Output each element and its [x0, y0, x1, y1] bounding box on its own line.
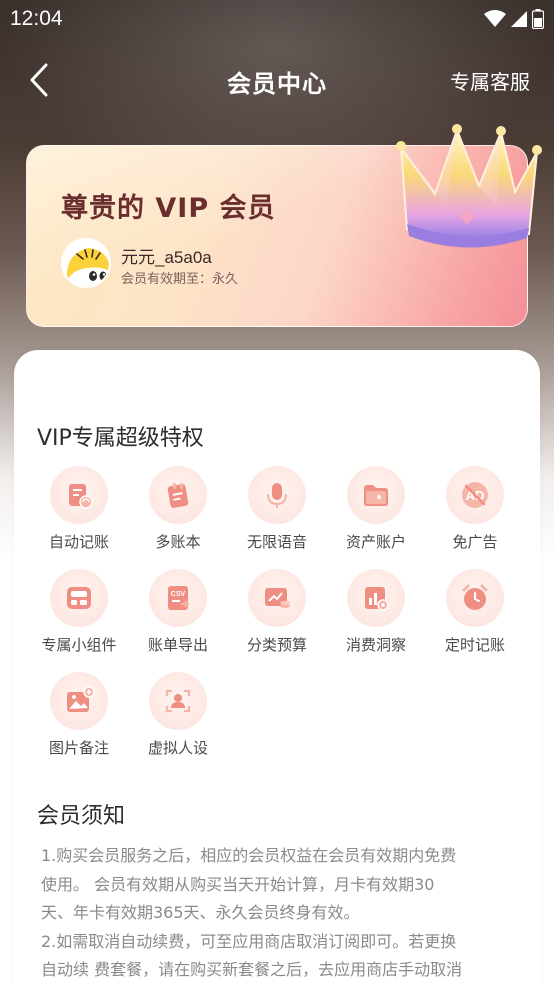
widget-icon [50, 569, 108, 627]
privilege-item-unlimited-voice[interactable]: 无限语音 [227, 466, 327, 566]
privilege-item-no-ads[interactable]: AD 免广告 [425, 466, 525, 566]
privilege-item-auto-bookkeeping[interactable]: 自动记账 [29, 466, 129, 566]
privilege-label: 免广告 [452, 533, 498, 551]
notice-title: 会员须知 [37, 804, 126, 829]
privilege-label: 虚拟人设 [147, 739, 208, 757]
notice-line: 1.购买会员服务之后，相应的会员权益在会员有效期内免费 [41, 846, 457, 865]
privilege-item-widget[interactable]: 专属小组件 [29, 569, 129, 669]
privilege-label: 账单导出 [147, 636, 208, 654]
battery-icon [532, 9, 544, 29]
vip-membership-card: 尊贵的 VIP 会员 元元_a5a0a 会员有效期至：永久 [26, 124, 542, 327]
budget-chart-icon [248, 569, 306, 627]
alarm-clock-icon [446, 569, 504, 627]
privilege-label: 消费洞察 [345, 636, 406, 654]
auto-bookkeeping-icon [50, 466, 108, 524]
privilege-item-asset-account[interactable]: 资产账户 [326, 466, 426, 566]
notice-text: 1.购买会员服务之后，相应的会员权益在会员有效期内免费 使用。 会员有效期从购买… [41, 842, 519, 984]
status-time: 12:04 [10, 7, 63, 30]
privilege-item-virtual-persona[interactable]: 虚拟人设 [128, 672, 228, 772]
nav-bar: 会员中心 专属客服 [0, 50, 554, 110]
virtual-persona-icon [149, 672, 207, 730]
customer-service-link[interactable]: 专属客服 [450, 66, 530, 95]
privileges-title: VIP专属超级特权 [37, 426, 204, 451]
notice-line: 天、年卡有效期365天、永久会员终身有效。 [41, 903, 360, 922]
notice-line: 2.如需取消自动续费，可至应用商店取消订阅即可。若更换 [41, 931, 457, 951]
wifi-icon [484, 10, 506, 27]
privilege-label: 多账本 [155, 533, 201, 551]
multi-ledger-icon [149, 466, 207, 524]
csv-export-icon: CSV [149, 569, 207, 627]
image-note-icon [50, 672, 108, 730]
microphone-icon [248, 466, 306, 524]
privilege-label: 无限语音 [246, 533, 307, 551]
user-name: 元元_a5a0a [121, 248, 212, 267]
privilege-item-scheduled-bookkeeping[interactable]: 定时记账 [425, 569, 525, 669]
notice-line: 自动续 费套餐，请在购买新套餐之后，去应用商店手动取消 [41, 960, 463, 979]
privilege-item-bill-export[interactable]: CSV 账单导出 [128, 569, 228, 669]
privilege-item-spending-insight[interactable]: 消费洞察 [326, 569, 426, 669]
privilege-label: 分类预算 [246, 636, 307, 654]
privilege-label: 专属小组件 [41, 636, 117, 654]
membership-expiry: 会员有效期至：永久 [121, 272, 239, 287]
content-card: VIP专属超级特权 自动记账 多账本 无限语音 资产账户 免广告 专属小组件 C… [14, 350, 540, 984]
insight-chart-icon [347, 569, 405, 627]
privilege-label: 自动记账 [48, 533, 109, 551]
status-icons [484, 9, 544, 29]
signal-icon [511, 11, 527, 27]
privilege-label: 图片备注 [48, 739, 109, 757]
avatar[interactable] [61, 238, 111, 288]
no-ads-icon: AD [446, 466, 504, 524]
crown-icon [396, 124, 542, 248]
privilege-item-multi-ledger[interactable]: 多账本 [128, 466, 228, 566]
svg-text:CSV: CSV [171, 591, 186, 598]
privilege-item-image-note[interactable]: 图片备注 [29, 672, 129, 772]
privilege-label: 资产账户 [345, 533, 406, 551]
vip-title: 尊贵的 VIP 会员 [61, 193, 276, 224]
status-bar: 12:04 [0, 0, 554, 38]
notice-line: 使用。 会员有效期从购买当天开始计算，月卡有效期30 [41, 874, 435, 894]
privilege-item-category-budget[interactable]: 分类预算 [227, 569, 327, 669]
asset-folder-icon [347, 466, 405, 524]
privilege-label: 定时记账 [444, 636, 505, 654]
